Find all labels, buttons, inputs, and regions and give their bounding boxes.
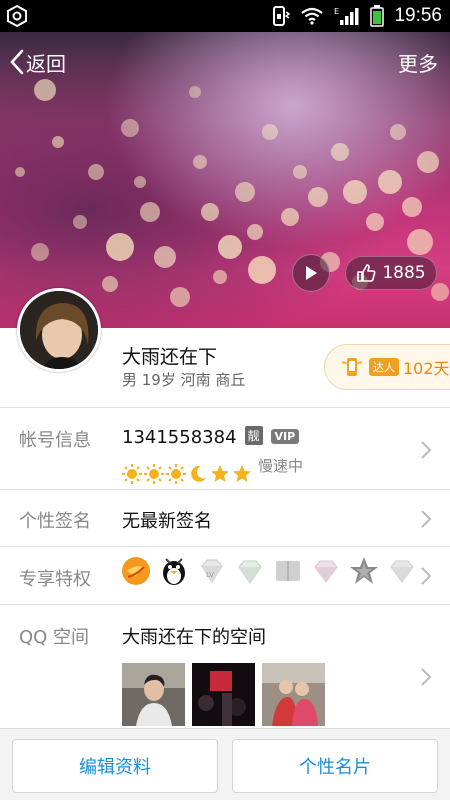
qzone-title: 大雨还在下的空间 [122, 627, 266, 648]
vip-badge: VIP [270, 429, 300, 444]
talent-tag: 达人 [369, 358, 399, 376]
qzone-photos [122, 663, 325, 726]
more-button[interactable]: 更多 [398, 44, 438, 80]
qq-number-line: 1341558384 靓 VIP [122, 426, 300, 448]
chevron-left-icon [10, 49, 24, 75]
qzone-photo-3[interactable] [262, 663, 325, 726]
blue-diamond-icon [390, 560, 414, 583]
signature-value: 无最新签名 [122, 511, 212, 532]
chevron-right-icon [421, 441, 432, 459]
qzone-photo-2[interactable] [192, 663, 255, 726]
phone-vibrate-icon [273, 6, 291, 26]
red-diamond-icon: LV [201, 559, 223, 583]
like-button[interactable]: 1885 [345, 256, 437, 290]
profile-cover[interactable]: 返回 更多 1885 [0, 32, 450, 328]
star-icon [233, 465, 251, 482]
pretty-number-badge: 靓 [244, 426, 263, 445]
star-badge-icon [350, 557, 378, 584]
top-nav: 返回 更多 [0, 32, 450, 92]
qzone-photo-1[interactable] [122, 663, 185, 726]
green-diamond-icon [238, 560, 262, 584]
signature-row[interactable]: 个性签名 无最新签名 [0, 489, 450, 546]
play-voice-button[interactable] [292, 254, 330, 292]
pink-diamond-icon [314, 560, 338, 583]
svg-text:LV: LV [206, 571, 214, 579]
back-button[interactable]: 返回 [8, 44, 66, 80]
chevron-right-icon [421, 668, 432, 686]
personal-card-button[interactable]: 个性名片 [232, 739, 438, 793]
talent-days: 102天 [403, 359, 450, 378]
avatar[interactable] [17, 288, 101, 372]
qq-number: 1341558384 [122, 427, 237, 448]
svg-text:E: E [334, 7, 339, 16]
chevron-right-icon [421, 510, 432, 528]
profile-details: 男 19岁 河南 商丘 [122, 371, 246, 389]
speed-status: 慢速中 [258, 457, 304, 475]
account-info-label: 帐号信息 [19, 430, 91, 451]
qzone-label: QQ 空间 [19, 627, 90, 648]
app-hex-icon [7, 5, 27, 27]
profile-name: 大雨还在下 [122, 346, 218, 368]
signal-icon: E [334, 7, 359, 25]
wifi-icon [301, 7, 324, 25]
chevron-right-icon [421, 567, 432, 585]
back-label: 返回 [26, 51, 66, 76]
privileges-row[interactable]: 专享特权 LV [0, 546, 450, 604]
sun-icon [166, 464, 186, 484]
sun-icon [144, 464, 164, 484]
clock: 19:56 [394, 5, 442, 26]
avatar-photo [20, 291, 98, 369]
privilege-icons: LV [120, 555, 418, 587]
sun-icon [122, 464, 142, 484]
bottom-action-bar: 编辑资料 个性名片 [0, 728, 450, 800]
signature-label: 个性签名 [19, 511, 91, 532]
status-bar: E 19:56 [0, 0, 450, 32]
book-icon [276, 561, 300, 581]
privileges-label: 专享特权 [19, 569, 91, 590]
qzone-row[interactable]: QQ 空间 大雨还在下的空间 [0, 604, 450, 728]
thumbs-up-icon [357, 264, 376, 282]
play-icon [306, 266, 317, 280]
yellow-diamond-icon [122, 557, 150, 585]
qq-level-icons [122, 464, 252, 484]
talent-badge[interactable]: 达人 102天 [324, 344, 450, 390]
moon-icon [191, 465, 206, 482]
battery-icon [370, 5, 385, 27]
winged-phone-icon [341, 358, 363, 376]
penguin-icon [163, 558, 185, 585]
star-icon [211, 465, 229, 482]
like-count: 1885 [382, 263, 426, 283]
edit-profile-button[interactable]: 编辑资料 [12, 739, 218, 793]
